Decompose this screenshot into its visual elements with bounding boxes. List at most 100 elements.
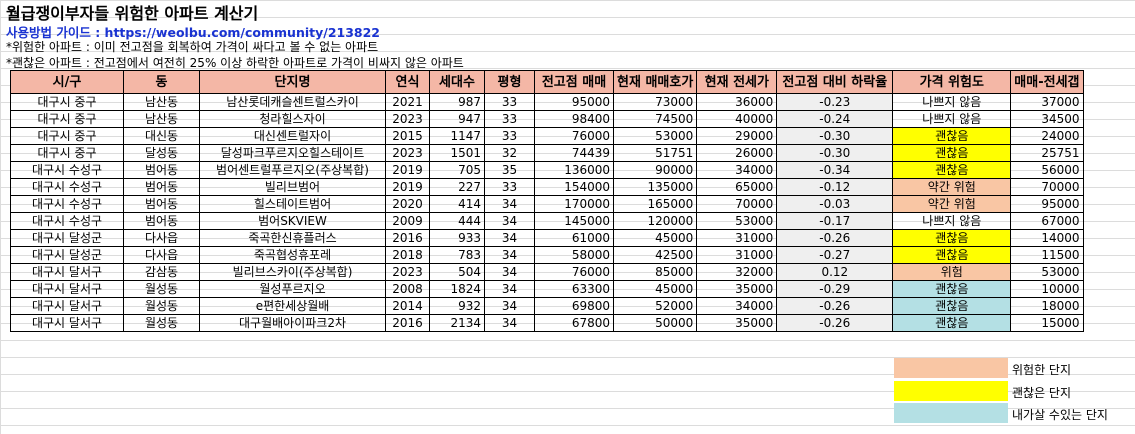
risk-cell[interactable]: 괜찮음 (892, 229, 1012, 247)
drop-ratio-cell[interactable]: -0.23 (776, 93, 894, 111)
gap-cell[interactable]: 53000 (1010, 263, 1084, 281)
year-cell[interactable]: 2016 (385, 229, 430, 247)
peak-price-cell[interactable]: 69800 (534, 297, 614, 315)
dong-cell[interactable]: 대신동 (123, 127, 200, 145)
peak-price-cell[interactable]: 136000 (534, 161, 614, 179)
dong-cell[interactable]: 감삼동 (123, 263, 200, 281)
risk-cell[interactable]: 나쁘지 않음 (892, 110, 1012, 128)
year-cell[interactable]: 2014 (385, 297, 430, 315)
year-cell[interactable]: 2020 (385, 195, 430, 213)
complex-name-cell[interactable]: 죽곡협성휴포레 (199, 246, 386, 264)
peak-price-cell[interactable]: 76000 (534, 263, 614, 281)
risk-cell[interactable]: 괜찮음 (892, 161, 1012, 179)
risk-cell[interactable]: 괜찮음 (892, 246, 1012, 264)
dong-cell[interactable]: 남산동 (123, 93, 200, 111)
size-cell[interactable]: 34 (484, 229, 535, 247)
drop-ratio-cell[interactable]: -0.17 (776, 212, 894, 230)
dong-cell[interactable]: 범어동 (123, 178, 200, 196)
jeonse-cell[interactable]: 29000 (696, 127, 778, 145)
jeonse-cell[interactable]: 26000 (696, 144, 778, 162)
drop-ratio-cell[interactable]: -0.30 (776, 144, 894, 162)
size-cell[interactable]: 34 (484, 314, 535, 332)
city-cell[interactable]: 대구시 달서구 (10, 263, 124, 281)
city-cell[interactable]: 대구시 수성구 (10, 212, 124, 230)
current-price-cell[interactable]: 42500 (612, 246, 698, 264)
size-cell[interactable]: 33 (484, 110, 535, 128)
complex-name-cell[interactable]: 청라힐스자이 (199, 110, 386, 128)
gap-cell[interactable]: 15000 (1010, 314, 1084, 332)
complex-name-cell[interactable]: 남산롯데캐슬센트럴스카이 (199, 93, 386, 111)
risk-cell[interactable]: 괜찮음 (892, 314, 1012, 332)
jeonse-cell[interactable]: 70000 (696, 195, 778, 213)
complex-name-cell[interactable]: e편한세상월배 (199, 297, 386, 315)
current-price-cell[interactable]: 73000 (612, 93, 698, 111)
column-header[interactable]: 현재 매매호가 (612, 70, 698, 94)
drop-ratio-cell[interactable]: -0.27 (776, 246, 894, 264)
drop-ratio-cell[interactable]: -0.12 (776, 178, 894, 196)
drop-ratio-cell[interactable]: -0.26 (776, 229, 894, 247)
current-price-cell[interactable]: 165000 (612, 195, 698, 213)
column-header[interactable]: 평형 (484, 70, 535, 94)
peak-price-cell[interactable]: 61000 (534, 229, 614, 247)
current-price-cell[interactable]: 90000 (612, 161, 698, 179)
dong-cell[interactable]: 범어동 (123, 212, 200, 230)
dong-cell[interactable]: 월성동 (123, 297, 200, 315)
jeonse-cell[interactable]: 36000 (696, 93, 778, 111)
city-cell[interactable]: 대구시 중구 (10, 144, 124, 162)
peak-price-cell[interactable]: 63300 (534, 280, 614, 298)
dong-cell[interactable]: 범어동 (123, 195, 200, 213)
risk-cell[interactable]: 나쁘지 않음 (892, 93, 1012, 111)
year-cell[interactable]: 2023 (385, 263, 430, 281)
peak-price-cell[interactable]: 154000 (534, 178, 614, 196)
risk-cell[interactable]: 괜찮음 (892, 144, 1012, 162)
jeonse-cell[interactable]: 35000 (696, 280, 778, 298)
units-cell[interactable]: 227 (429, 178, 485, 196)
column-header[interactable]: 현재 전세가 (696, 70, 778, 94)
current-price-cell[interactable]: 52000 (612, 297, 698, 315)
column-header[interactable]: 매매-전세갭 (1010, 70, 1084, 94)
city-cell[interactable]: 대구시 달서구 (10, 314, 124, 332)
year-cell[interactable]: 2008 (385, 280, 430, 298)
column-header[interactable]: 시/구 (10, 70, 124, 94)
gap-cell[interactable]: 24000 (1010, 127, 1084, 145)
year-cell[interactable]: 2021 (385, 93, 430, 111)
risk-cell[interactable]: 나쁘지 않음 (892, 212, 1012, 230)
city-cell[interactable]: 대구시 중구 (10, 110, 124, 128)
size-cell[interactable]: 34 (484, 246, 535, 264)
size-cell[interactable]: 34 (484, 263, 535, 281)
gap-cell[interactable]: 95000 (1010, 195, 1084, 213)
city-cell[interactable]: 대구시 달서구 (10, 297, 124, 315)
risk-cell[interactable]: 괜찮음 (892, 280, 1012, 298)
drop-ratio-cell[interactable]: -0.03 (776, 195, 894, 213)
column-header[interactable]: 동 (123, 70, 200, 94)
jeonse-cell[interactable]: 31000 (696, 229, 778, 247)
gap-cell[interactable]: 10000 (1010, 280, 1084, 298)
units-cell[interactable]: 987 (429, 93, 485, 111)
jeonse-cell[interactable]: 32000 (696, 263, 778, 281)
risk-cell[interactable]: 괜찮음 (892, 297, 1012, 315)
units-cell[interactable]: 504 (429, 263, 485, 281)
gap-cell[interactable]: 11500 (1010, 246, 1084, 264)
size-cell[interactable]: 35 (484, 161, 535, 179)
drop-ratio-cell[interactable]: 0.12 (776, 263, 894, 281)
city-cell[interactable]: 대구시 달성군 (10, 246, 124, 264)
complex-name-cell[interactable]: 빌리브범어 (199, 178, 386, 196)
gap-cell[interactable]: 70000 (1010, 178, 1084, 196)
units-cell[interactable]: 444 (429, 212, 485, 230)
peak-price-cell[interactable]: 67800 (534, 314, 614, 332)
size-cell[interactable]: 34 (484, 212, 535, 230)
risk-cell[interactable]: 약간 위험 (892, 178, 1012, 196)
size-cell[interactable]: 32 (484, 144, 535, 162)
year-cell[interactable]: 2016 (385, 314, 430, 332)
city-cell[interactable]: 대구시 중구 (10, 93, 124, 111)
city-cell[interactable]: 대구시 수성구 (10, 161, 124, 179)
units-cell[interactable]: 1824 (429, 280, 485, 298)
year-cell[interactable]: 2023 (385, 110, 430, 128)
peak-price-cell[interactable]: 95000 (534, 93, 614, 111)
jeonse-cell[interactable]: 34000 (696, 297, 778, 315)
current-price-cell[interactable]: 50000 (612, 314, 698, 332)
year-cell[interactable]: 2018 (385, 246, 430, 264)
complex-name-cell[interactable]: 힐스테이트범어 (199, 195, 386, 213)
units-cell[interactable]: 932 (429, 297, 485, 315)
year-cell[interactable]: 2015 (385, 127, 430, 145)
